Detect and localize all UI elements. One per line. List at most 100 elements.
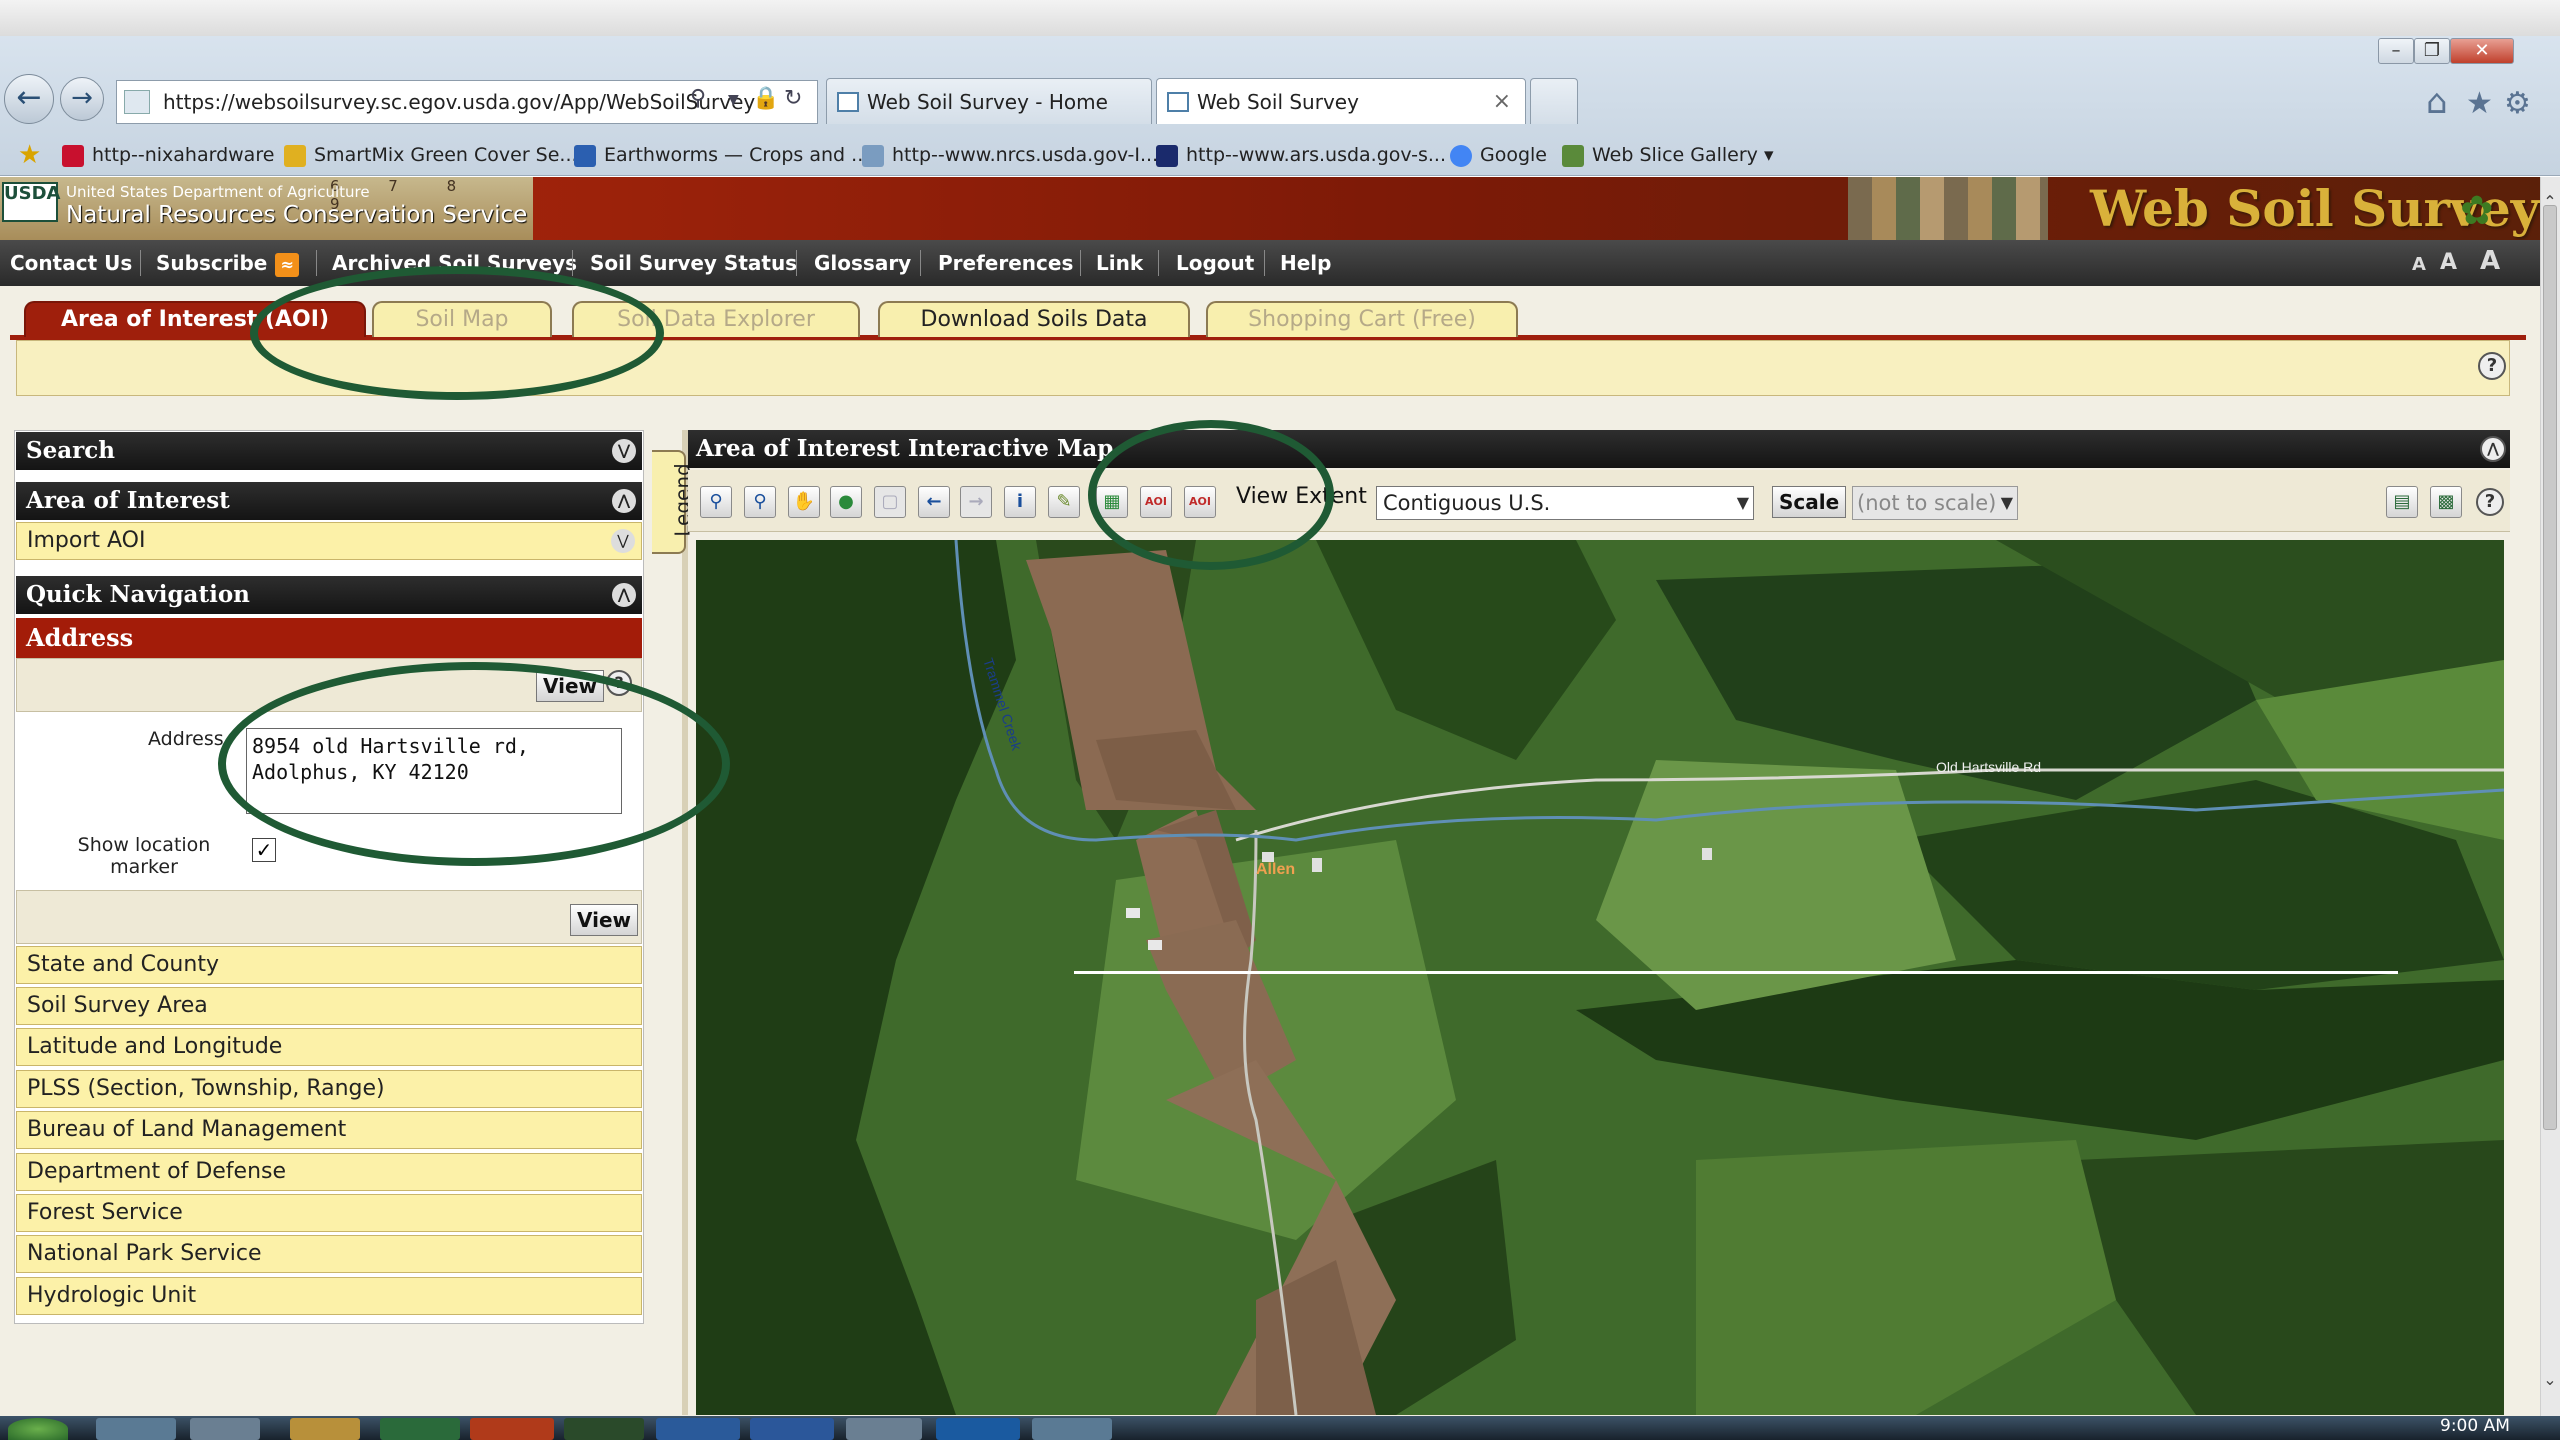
nav-plss[interactable]: PLSS (Section, Township, Range) [16, 1070, 642, 1108]
font-size-small[interactable]: A [2412, 254, 2426, 275]
nav-department-of-defense[interactable]: Department of Defense [16, 1153, 642, 1191]
previous-view-icon[interactable]: ← [918, 486, 950, 518]
tab-shopping-cart[interactable]: Shopping Cart (Free) [1206, 301, 1518, 337]
taskbar-app-button[interactable] [564, 1418, 644, 1440]
view-button-bottom[interactable]: View [570, 904, 639, 936]
taskbar-app-button[interactable] [846, 1418, 922, 1440]
map-help-icon[interactable]: ? [2476, 488, 2504, 516]
identify-info-icon[interactable]: i [1004, 486, 1036, 518]
taskbar-app-button[interactable] [470, 1418, 554, 1440]
taskbar-app-button[interactable] [656, 1418, 740, 1440]
new-tab-button[interactable] [1530, 78, 1578, 124]
back-button[interactable]: ← [4, 74, 54, 124]
scroll-down-icon[interactable]: ⌄ [2540, 1370, 2560, 1389]
minimize-button[interactable]: – [2378, 38, 2414, 64]
maximize-button[interactable]: ❐ [2414, 38, 2450, 64]
gear-icon[interactable]: ⚙ [2504, 86, 2531, 121]
area-of-interest-header[interactable]: Area of Interest ⋀ [16, 482, 642, 520]
address-section-header[interactable]: Address [16, 618, 642, 658]
show-location-marker-checkbox[interactable]: ✓ [252, 838, 276, 862]
url-bar[interactable]: https://websoilsurvey.sc.egov.usda.gov/A… [116, 80, 818, 124]
menu-separator [1158, 250, 1159, 276]
next-view-icon[interactable]: → [960, 486, 992, 518]
favorite-label: Earthworms — Crops and ... [604, 144, 870, 166]
quick-navigation-header[interactable]: Quick Navigation ⋀ [16, 576, 642, 614]
taskbar-app-button[interactable] [96, 1418, 176, 1440]
menu-logout[interactable]: Logout [1176, 240, 1254, 286]
help-icon[interactable]: ? [2478, 352, 2506, 380]
taskbar-app-button[interactable] [750, 1418, 834, 1440]
favorite-link[interactable]: Earthworms — Crops and ... [574, 140, 869, 170]
nav-soil-survey-area[interactable]: Soil Survey Area [16, 987, 642, 1025]
measure-icon[interactable]: ✎ [1048, 486, 1080, 518]
view-extent-select[interactable]: Contiguous U.S. ▼ [1376, 486, 1754, 520]
favorite-link[interactable]: Web Slice Gallery ▾ [1562, 140, 1774, 170]
menu-contact-us[interactable]: Contact Us [10, 240, 132, 286]
browser-tab-home[interactable]: Web Soil Survey - Home [826, 78, 1152, 124]
road-label: Old Hartsville Rd [1936, 759, 2041, 775]
interactive-map[interactable]: Old Hartsville Rd Allen Trammel Creek [696, 540, 2504, 1415]
scale-button[interactable]: Scale [1772, 486, 1847, 518]
menu-separator [796, 250, 797, 276]
collapse-icon[interactable]: ⋀ [2480, 436, 2506, 462]
import-aoi-row[interactable]: Import AOI ⋁ [16, 522, 642, 560]
nav-forest-service[interactable]: Forest Service [16, 1194, 642, 1232]
overview-map-icon[interactable]: ▩ [2430, 486, 2462, 518]
window-close-button[interactable]: ✕ [2450, 38, 2514, 64]
usda-logo[interactable]: USDA [2, 182, 60, 222]
nav-state-and-county[interactable]: State and County [16, 946, 642, 984]
zoom-in-icon[interactable]: ⚲ [700, 486, 732, 518]
collapse-icon[interactable]: ⋀ [612, 489, 636, 513]
menu-subscribe[interactable]: Subscribe ≈ [156, 240, 300, 286]
add-favorite-star-icon[interactable]: ★ [18, 140, 41, 170]
taskbar-app-button[interactable] [190, 1418, 260, 1440]
zoom-aoi-icon[interactable]: ▢ [874, 486, 906, 518]
font-size-medium[interactable]: A [2440, 250, 2457, 275]
search-header[interactable]: Search ⋁ [16, 432, 642, 470]
tab-download-soils-data[interactable]: Download Soils Data [878, 301, 1190, 337]
expand-icon[interactable]: ⋁ [612, 439, 636, 463]
layers-icon[interactable]: ▤ [2386, 486, 2418, 518]
menu-glossary[interactable]: Glossary [814, 240, 911, 286]
taskbar-app-button[interactable] [290, 1418, 360, 1440]
favorite-link[interactable]: SmartMix Green Cover Se... [284, 140, 578, 170]
browser-tab-active[interactable]: Web Soil Survey × [1156, 78, 1526, 124]
menu-soil-survey-status[interactable]: Soil Survey Status [590, 240, 797, 286]
menu-preferences[interactable]: Preferences [938, 240, 1073, 286]
menu-help[interactable]: Help [1280, 240, 1331, 286]
font-size-large[interactable]: A [2480, 246, 2500, 276]
scrollbar-thumb[interactable] [2543, 205, 2557, 1130]
white-annotation-line [1074, 971, 2398, 974]
favorites-star-icon[interactable]: ★ [2466, 86, 2493, 121]
refresh-icon[interactable]: ↻ [784, 86, 802, 111]
dropdown-icon[interactable]: ▼ [728, 92, 739, 108]
pan-hand-icon[interactable]: ✋ [788, 486, 820, 518]
taskbar-app-button[interactable] [1032, 1418, 1112, 1440]
scale-select[interactable]: (not to scale) ▼ [1852, 486, 2018, 520]
favorite-link[interactable]: http--nixahardware [62, 140, 274, 170]
nav-bureau-of-land-management[interactable]: Bureau of Land Management [16, 1111, 642, 1149]
search-icon[interactable]: ⚲ [690, 86, 706, 111]
forward-button[interactable]: → [60, 77, 104, 121]
nav-national-park-service[interactable]: National Park Service [16, 1235, 642, 1273]
taskbar-app-button[interactable] [380, 1418, 460, 1440]
favorite-label: http--nixahardware [92, 144, 275, 166]
menu-link[interactable]: Link [1096, 240, 1143, 286]
start-button[interactable] [8, 1418, 68, 1440]
home-icon[interactable]: ⌂ [2426, 82, 2448, 122]
nav-hydrologic-unit[interactable]: Hydrologic Unit [16, 1277, 642, 1315]
favorite-link[interactable]: http--www.nrcs.usda.gov-I... [862, 140, 1158, 170]
view-extent-value: Contiguous U.S. [1383, 491, 1551, 515]
favorite-link[interactable]: http--www.ars.usda.gov-s... [1156, 140, 1446, 170]
favorite-label: http--www.nrcs.usda.gov-I... [892, 144, 1159, 166]
full-extent-globe-icon[interactable]: ● [830, 486, 862, 518]
close-tab-icon[interactable]: × [1493, 79, 1511, 125]
nav-latitude-longitude[interactable]: Latitude and Longitude [16, 1028, 642, 1066]
taskbar-clock[interactable]: 9:00 AM [2440, 1416, 2510, 1436]
taskbar-app-button[interactable] [936, 1418, 1020, 1440]
collapse-icon[interactable]: ⋀ [612, 583, 636, 607]
favorite-link[interactable]: Google [1450, 140, 1547, 170]
zoom-out-icon[interactable]: ⚲ [744, 486, 776, 518]
scroll-up-icon[interactable]: ⌃ [2540, 192, 2560, 211]
expand-icon[interactable]: ⋁ [611, 529, 635, 553]
